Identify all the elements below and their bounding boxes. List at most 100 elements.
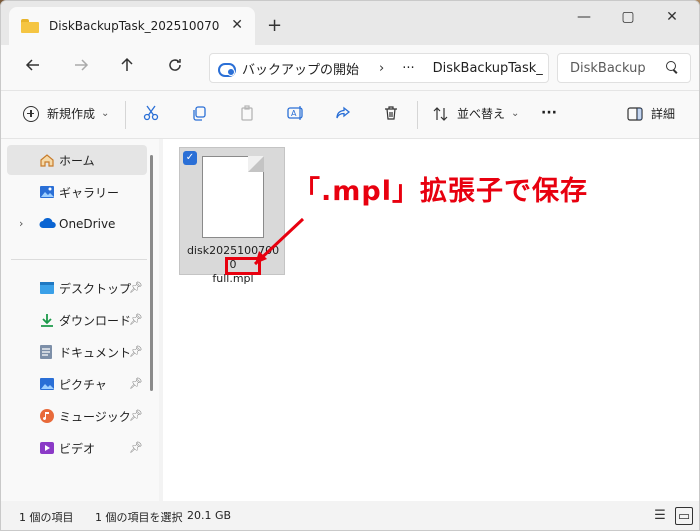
command-bar: 新規作成 ⌄ A 並べ替え ⌄ ··· 詳細 bbox=[1, 91, 699, 139]
selection-size: 20.1 GB bbox=[187, 509, 232, 522]
navigation-pane: ホーム ギャラリー › OneDrive デスクトップ 📌︎ ダウンロード 📌︎… bbox=[1, 139, 159, 501]
backup-app-icon bbox=[218, 61, 236, 77]
sidebar-item-label: デスクトップ bbox=[59, 281, 132, 296]
search-icon bbox=[666, 61, 678, 73]
pin-icon[interactable]: 📌︎ bbox=[129, 313, 143, 326]
sidebar-item-downloads[interactable]: ダウンロード 📌︎ bbox=[7, 305, 147, 335]
scissors-icon bbox=[143, 105, 159, 121]
sort-icon bbox=[433, 106, 448, 121]
plus-circle-icon bbox=[23, 105, 39, 122]
sidebar-item-gallery[interactable]: ギャラリー bbox=[7, 177, 147, 207]
pin-icon[interactable]: 📌︎ bbox=[129, 441, 143, 454]
more-options-button[interactable]: ··· bbox=[541, 105, 557, 121]
search-input[interactable]: DiskBackup bbox=[557, 53, 691, 83]
clipboard-icon bbox=[241, 105, 253, 121]
selection-count: 1 個の項目を選択 bbox=[95, 511, 183, 524]
chevron-right-icon[interactable]: › bbox=[379, 61, 384, 76]
music-icon bbox=[39, 408, 55, 424]
desktop-icon bbox=[39, 281, 55, 297]
tiles-view-icon[interactable]: ▭ bbox=[675, 507, 693, 525]
sidebar-item-label: ダウンロード bbox=[59, 313, 132, 328]
breadcrumb-root[interactable]: バックアップの開始 bbox=[242, 59, 359, 78]
address-bar: バックアップの開始 › ··· DiskBackupTask_ DiskBack… bbox=[1, 45, 699, 91]
pin-icon[interactable]: 📌︎ bbox=[129, 281, 143, 294]
download-icon bbox=[39, 312, 55, 328]
up-arrow-icon bbox=[121, 57, 133, 71]
sidebar-scrollbar[interactable] bbox=[150, 155, 153, 391]
forward-button[interactable] bbox=[69, 57, 93, 77]
forward-arrow-icon bbox=[75, 59, 89, 71]
pictures-icon bbox=[39, 376, 55, 392]
sidebar-item-label: ドキュメント bbox=[59, 345, 132, 360]
sidebar-item-label: ミュージック bbox=[59, 409, 131, 424]
tab-close-icon[interactable]: ✕ bbox=[231, 17, 243, 33]
chevron-down-icon: ⌄ bbox=[101, 108, 110, 119]
up-button[interactable] bbox=[115, 57, 139, 77]
chevron-down-icon: ⌄ bbox=[511, 108, 520, 119]
back-arrow-icon bbox=[25, 59, 39, 71]
new-button[interactable]: 新規作成 ⌄ bbox=[23, 105, 109, 122]
copy-icon bbox=[193, 106, 206, 121]
details-button[interactable]: 詳細 bbox=[627, 105, 675, 122]
gallery-icon bbox=[39, 184, 55, 200]
sidebar-item-music[interactable]: ミュージック 📌︎ bbox=[7, 401, 147, 431]
tab-bar: DiskBackupTask_20251007094 ✕ + — ▢ ✕ bbox=[1, 1, 699, 45]
status-bar: 1 個の項目 1 個の項目を選択 20.1 GB ☰ ▭ bbox=[1, 501, 699, 530]
paste-button[interactable] bbox=[239, 105, 255, 121]
pin-icon[interactable]: 📌︎ bbox=[129, 345, 143, 358]
sidebar-item-desktop[interactable]: デスクトップ 📌︎ bbox=[7, 273, 147, 303]
toolbar-divider bbox=[417, 101, 418, 129]
details-pane-icon bbox=[627, 106, 643, 121]
sidebar-item-label: ホーム bbox=[59, 153, 95, 168]
new-tab-button[interactable]: + bbox=[267, 15, 282, 36]
chevron-right-icon[interactable]: › bbox=[19, 217, 23, 230]
tab-diskbackup[interactable]: DiskBackupTask_20251007094 ✕ bbox=[9, 7, 255, 45]
breadcrumb-more[interactable]: ··· bbox=[402, 61, 414, 76]
annotation-text: 「.mpl」拡張子で保存 bbox=[293, 176, 588, 207]
back-button[interactable] bbox=[21, 57, 45, 77]
folder-icon bbox=[21, 19, 39, 33]
sidebar-item-pictures[interactable]: ピクチャ 📌︎ bbox=[7, 369, 147, 399]
minimize-button[interactable]: — bbox=[569, 9, 599, 25]
onedrive-icon bbox=[39, 217, 56, 233]
cut-button[interactable] bbox=[143, 105, 159, 121]
details-label: 詳細 bbox=[651, 107, 676, 121]
copy-button[interactable] bbox=[191, 105, 207, 121]
home-icon bbox=[39, 152, 55, 168]
trash-icon bbox=[385, 106, 397, 120]
sort-label: 並べ替え bbox=[457, 107, 506, 121]
sidebar-item-label: ビデオ bbox=[59, 441, 96, 456]
details-view-icon[interactable]: ☰ bbox=[651, 507, 669, 525]
rename-icon: A bbox=[287, 106, 303, 120]
refresh-button[interactable] bbox=[163, 57, 187, 77]
video-icon bbox=[39, 440, 55, 456]
close-window-button[interactable]: ✕ bbox=[657, 9, 687, 25]
maximize-button[interactable]: ▢ bbox=[613, 9, 643, 25]
new-label: 新規作成 bbox=[47, 107, 96, 121]
breadcrumb-current[interactable]: DiskBackupTask_ bbox=[433, 61, 543, 76]
sidebar-item-home[interactable]: ホーム bbox=[7, 145, 147, 175]
sidebar-item-onedrive[interactable]: › OneDrive bbox=[7, 209, 147, 239]
sidebar-item-documents[interactable]: ドキュメント 📌︎ bbox=[7, 337, 147, 367]
svg-text:A: A bbox=[291, 109, 297, 118]
rename-button[interactable]: A bbox=[287, 105, 305, 121]
sidebar-item-label: OneDrive bbox=[59, 217, 116, 231]
sidebar-item-label: ギャラリー bbox=[59, 185, 120, 200]
documents-icon bbox=[39, 344, 55, 360]
share-icon bbox=[336, 106, 351, 119]
search-placeholder: DiskBackup bbox=[570, 60, 646, 76]
annotation-arrow bbox=[253, 217, 305, 266]
sort-button[interactable]: 並べ替え ⌄ bbox=[433, 105, 519, 122]
pin-icon[interactable]: 📌︎ bbox=[129, 409, 143, 422]
share-button[interactable] bbox=[335, 105, 351, 121]
breadcrumb[interactable]: バックアップの開始 › ··· DiskBackupTask_ bbox=[209, 53, 549, 83]
refresh-icon bbox=[169, 59, 181, 71]
sidebar-divider bbox=[11, 259, 147, 260]
item-count: 1 個の項目 bbox=[19, 511, 74, 524]
tab-title: DiskBackupTask_20251007094 bbox=[49, 19, 219, 33]
file-list: ✓ disk20251007000 full.mpl 「.mpl」拡張子で保存 bbox=[163, 139, 699, 501]
sidebar-item-videos[interactable]: ビデオ 📌︎ bbox=[7, 433, 147, 463]
toolbar-divider bbox=[125, 101, 126, 129]
delete-button[interactable] bbox=[383, 105, 399, 121]
pin-icon[interactable]: 📌︎ bbox=[129, 377, 143, 390]
